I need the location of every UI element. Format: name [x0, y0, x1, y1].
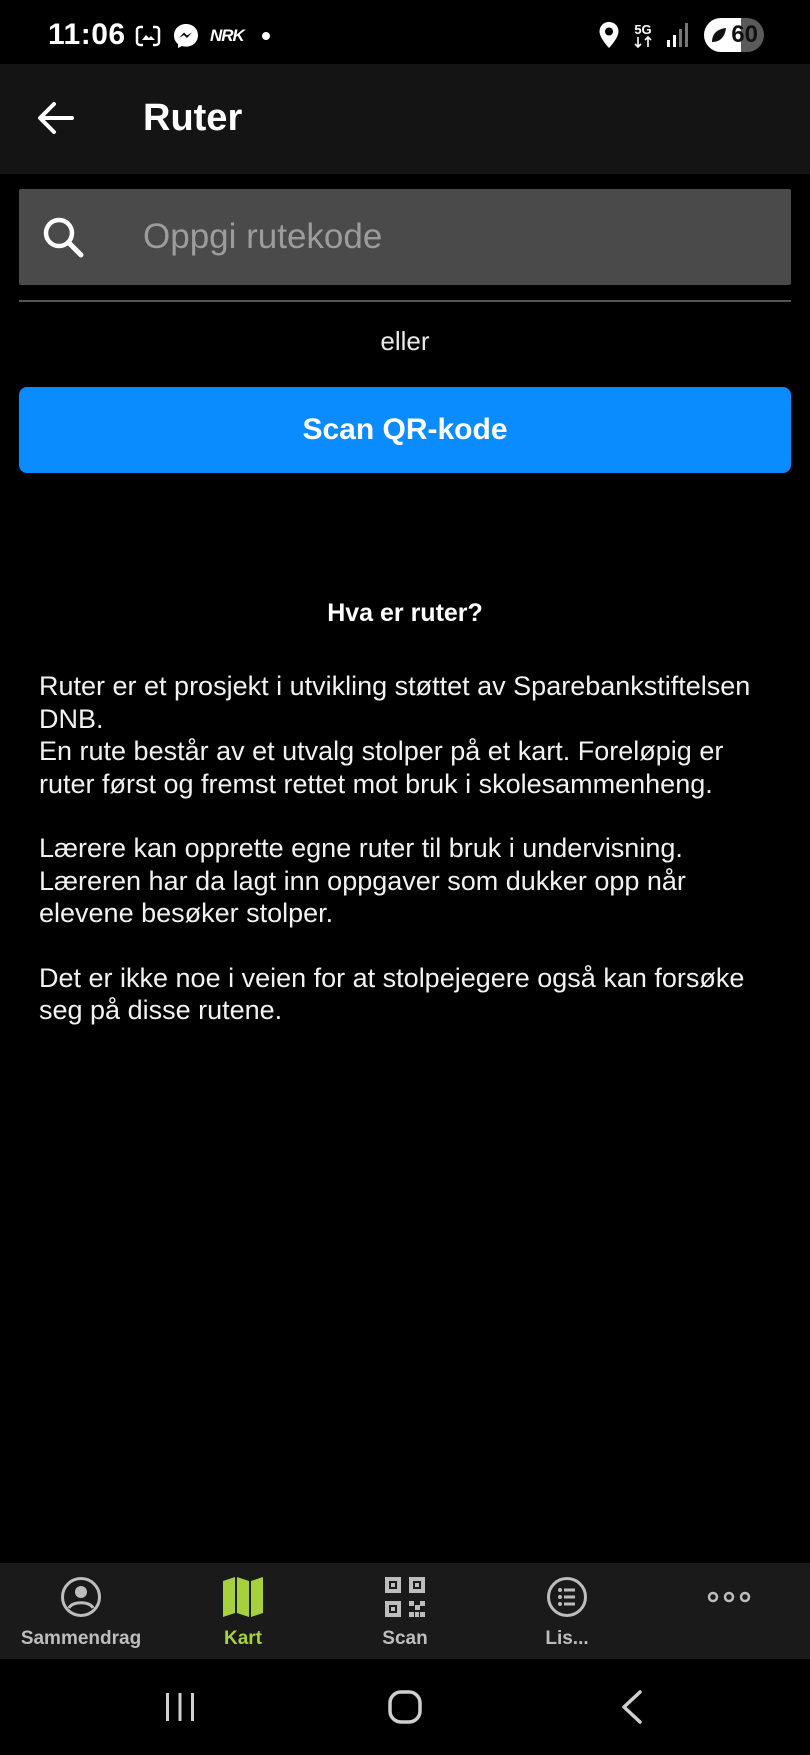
info-paragraph: Det er ikke noe i veien for at stolpejeg…	[39, 962, 745, 1026]
nav-item-more[interactable]	[648, 1563, 810, 1659]
status-notification-icons: NRK	[134, 22, 270, 50]
recent-apps-icon	[166, 1693, 194, 1721]
nav-item-map[interactable]: Kart	[162, 1563, 324, 1659]
nav-label: Scan	[382, 1628, 428, 1649]
map-icon	[221, 1575, 265, 1619]
nav-label: Sammendrag	[20, 1628, 142, 1649]
chevron-left-icon	[622, 1690, 642, 1724]
more-icon	[707, 1575, 751, 1619]
info-paragraph: En rute består av et utvalg stolper på e…	[39, 736, 724, 799]
route-code-input[interactable]	[143, 189, 773, 285]
signal-icon	[667, 23, 688, 47]
search-divider	[19, 300, 791, 302]
route-code-search-box[interactable]	[19, 189, 791, 285]
page-title: Ruter	[143, 97, 243, 139]
nav-item-list[interactable]: Lis...	[486, 1563, 648, 1659]
system-back-button[interactable]	[602, 1681, 662, 1733]
nav-item-summary[interactable]: Sammendrag	[0, 1563, 162, 1659]
info-heading: Hva er ruter?	[327, 599, 483, 627]
network-type-icon: 5G	[634, 23, 652, 48]
recent-apps-button[interactable]	[150, 1681, 210, 1733]
messenger-icon	[174, 24, 198, 48]
arrow-left-icon	[38, 102, 74, 134]
nav-item-scan[interactable]: Scan	[324, 1563, 486, 1659]
home-button[interactable]	[375, 1681, 435, 1733]
info-paragraph: Lærere kan opprette egne ruter til bruk …	[39, 833, 686, 928]
search-icon	[43, 217, 84, 258]
home-icon	[388, 1690, 422, 1724]
qr-code-icon	[383, 1575, 427, 1619]
location-icon	[599, 22, 619, 48]
account-circle-icon	[59, 1575, 103, 1619]
list-icon	[545, 1575, 589, 1619]
notification-dot-icon	[261, 32, 270, 40]
info-body: Ruter er et prosjekt i utvikling støttet…	[39, 670, 779, 1027]
bottom-navigation: Sammendrag Kart Scan Lis...	[0, 1563, 810, 1659]
nrk-icon: NRK	[210, 26, 245, 45]
app-bar: Ruter	[0, 64, 810, 174]
or-label: eller	[380, 326, 430, 356]
status-bar: 11:06 NRK 5G 60	[0, 0, 810, 64]
nav-label: Kart	[223, 1628, 262, 1649]
status-time: 11:06	[48, 18, 126, 51]
system-navigation-bar	[0, 1659, 810, 1755]
nav-label: Lis...	[545, 1628, 589, 1649]
back-button[interactable]	[30, 92, 82, 144]
scan-qr-code-button[interactable]: Scan QR-kode	[19, 387, 791, 473]
battery-icon: 60	[704, 18, 764, 52]
status-system-icons: 5G 60	[598, 18, 764, 52]
screenshot-icon	[135, 24, 161, 48]
info-paragraph: Ruter er et prosjekt i utvikling støttet…	[39, 671, 751, 734]
